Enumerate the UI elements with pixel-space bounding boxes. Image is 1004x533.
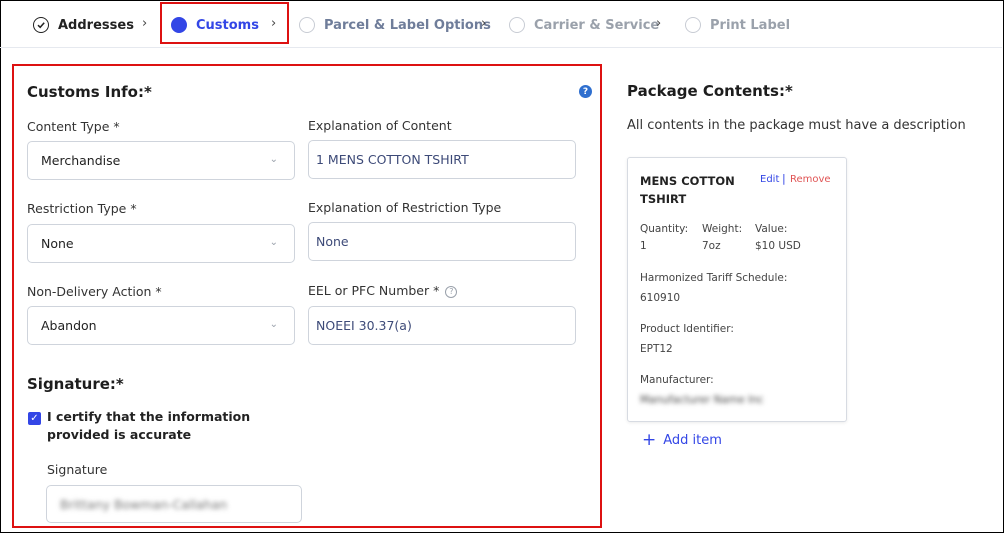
- step-label: Parcel & Label Options: [324, 17, 491, 33]
- pending-step-icon: [509, 17, 525, 33]
- hts-label: Harmonized Tariff Schedule:: [640, 272, 788, 284]
- weight-label: Weight:: [702, 223, 743, 235]
- chevron-right-icon: ›: [481, 16, 487, 31]
- signature-input[interactable]: Brittany Bowman-Callahan: [46, 485, 302, 523]
- add-item-label: Add item: [663, 433, 722, 448]
- highlight-box: [160, 2, 289, 44]
- content-type-label: Content Type *: [27, 119, 120, 134]
- explanation-content-label: Explanation of Content: [308, 118, 452, 133]
- pending-step-icon: [685, 17, 701, 33]
- pending-step-icon: [299, 17, 315, 33]
- explanation-restriction-label: Explanation of Restriction Type: [308, 200, 502, 215]
- check-icon: [33, 17, 49, 33]
- content-type-select[interactable]: Merchandise ⌄: [27, 141, 295, 180]
- step-addresses[interactable]: Addresses: [33, 14, 134, 36]
- step-label: Addresses: [58, 17, 134, 33]
- help-icon[interactable]: ?: [445, 285, 458, 298]
- plus-icon: +: [642, 430, 657, 450]
- item-name: MENS COTTON TSHIRT: [640, 174, 735, 206]
- step-parcel-label[interactable]: Parcel & Label Options: [299, 14, 491, 36]
- value-value: $10 USD: [755, 240, 801, 252]
- explanation-content-input[interactable]: 1 MENS COTTON TSHIRT: [308, 140, 576, 179]
- restriction-type-label: Restriction Type *: [27, 201, 137, 216]
- chevron-down-icon: ⌄: [269, 319, 278, 330]
- quantity-label: Quantity:: [640, 223, 689, 235]
- non-delivery-select[interactable]: Abandon ⌄: [27, 306, 295, 345]
- non-delivery-label: Non-Delivery Action *: [27, 284, 162, 299]
- signature-value: Brittany Bowman-Callahan: [60, 496, 228, 512]
- hts-value: 610910: [640, 292, 681, 304]
- input-value: 1 MENS COTTON TSHIRT: [316, 152, 469, 167]
- edit-item-link[interactable]: Edit: [760, 174, 779, 185]
- remove-item-link[interactable]: Remove: [790, 174, 831, 185]
- input-value: NOEEI 30.37(a): [316, 318, 412, 333]
- link-separator: |: [782, 172, 786, 185]
- eel-pfc-label: EEL or PFC Number *?: [308, 283, 458, 298]
- customs-info-title: Customs Info:*: [27, 83, 152, 101]
- package-contents-desc: All contents in the package must have a …: [627, 118, 966, 133]
- step-print-label[interactable]: Print Label: [685, 14, 790, 36]
- add-item-button[interactable]: + Add item: [642, 432, 722, 449]
- manufacturer-value: Manufacturer Name Inc: [640, 394, 764, 406]
- select-value: Abandon: [41, 318, 97, 333]
- value-label: Value:: [755, 223, 788, 235]
- explanation-restriction-input[interactable]: None: [308, 222, 576, 261]
- eel-pfc-input[interactable]: NOEEI 30.37(a): [308, 306, 576, 345]
- chevron-right-icon: ›: [656, 16, 662, 31]
- certify-label: I certify that the information provided …: [47, 409, 251, 442]
- step-label: Carrier & Service: [534, 17, 660, 33]
- product-id-value: EPT12: [640, 343, 673, 355]
- signature-title: Signature:*: [27, 375, 124, 393]
- select-value: Merchandise: [41, 153, 121, 168]
- select-value: None: [41, 236, 74, 251]
- eel-pfc-label-text: EEL or PFC Number *: [308, 283, 440, 298]
- step-label: Print Label: [710, 17, 791, 33]
- package-item-card: MENS COTTON TSHIRT Edit | Remove Quantit…: [627, 157, 847, 422]
- chevron-down-icon: ⌄: [269, 237, 278, 248]
- certify-checkbox[interactable]: ✓: [28, 412, 41, 425]
- signature-label: Signature: [47, 462, 108, 477]
- package-contents-title: Package Contents:*: [627, 82, 793, 100]
- step-carrier-service[interactable]: Carrier & Service: [509, 14, 659, 36]
- manufacturer-label: Manufacturer:: [640, 374, 714, 386]
- chevron-right-icon: ›: [142, 16, 148, 31]
- restriction-type-select[interactable]: None ⌄: [27, 224, 295, 263]
- product-id-label: Product Identifier:: [640, 323, 734, 335]
- weight-value: 7oz: [702, 240, 721, 252]
- chevron-down-icon: ⌄: [269, 154, 278, 165]
- quantity-value: 1: [640, 240, 647, 252]
- input-value: None: [316, 234, 349, 249]
- stepper: Addresses › Customs › Parcel & Label Opt…: [0, 0, 1002, 48]
- help-icon[interactable]: ?: [579, 85, 592, 98]
